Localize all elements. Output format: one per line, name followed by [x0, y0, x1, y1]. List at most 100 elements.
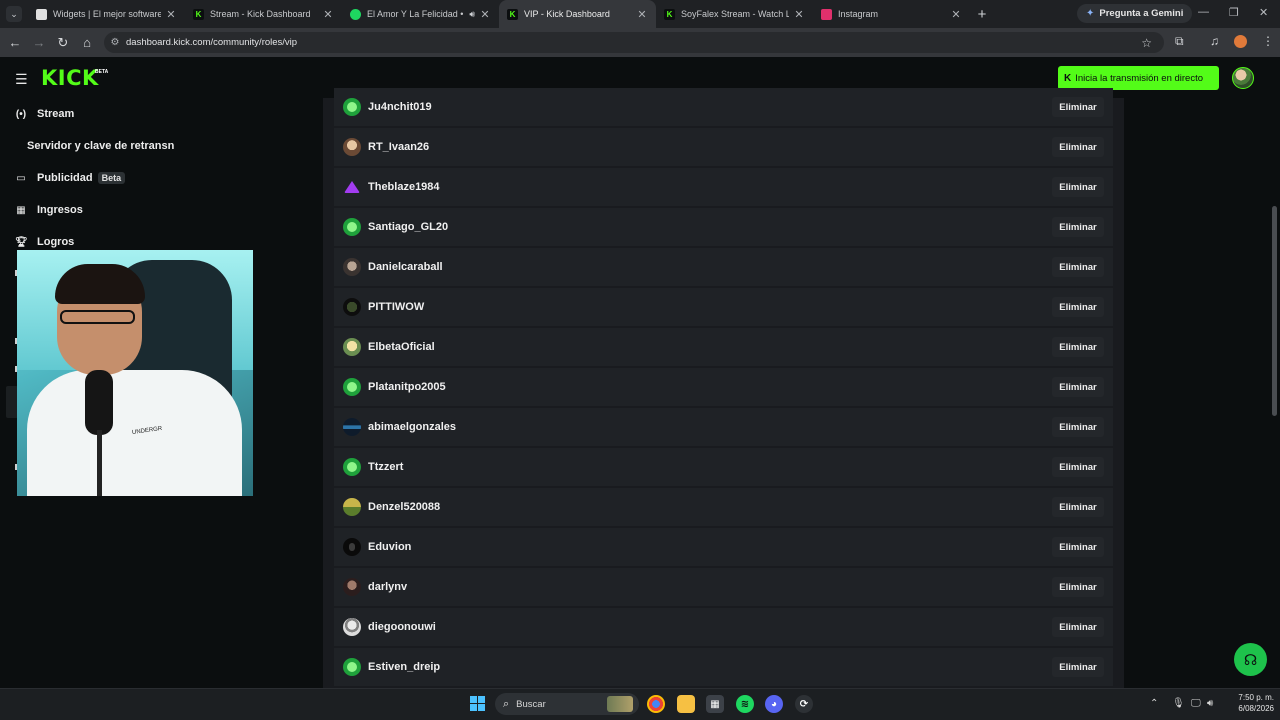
kick-logo[interactable]: KICK [41, 66, 99, 90]
username[interactable]: abimaelgonzales [368, 421, 1052, 433]
tab-close-icon[interactable]: ✕ [322, 8, 334, 21]
browser-tab[interactable]: Instagram ✕ [813, 0, 970, 28]
username[interactable]: ElbetaOficial [368, 341, 1052, 353]
tab-close-icon[interactable]: ✕ [165, 8, 177, 21]
username[interactable]: PITTIWOW [368, 301, 1052, 313]
home-icon[interactable]: ⌂ [75, 35, 99, 50]
user-avatar[interactable] [343, 298, 361, 316]
spotify-icon[interactable]: ≋ [736, 695, 754, 713]
user-avatar[interactable] [343, 378, 361, 396]
remove-vip-button[interactable]: Eliminar [1052, 497, 1104, 517]
tab-close-icon[interactable]: ✕ [636, 8, 648, 21]
volume-icon[interactable]: 🔊︎ [1207, 698, 1213, 709]
sidebar-item-publicidad[interactable]: ▭ Publicidad Beta [15, 172, 126, 184]
user-avatar[interactable] [343, 98, 361, 116]
user-avatar[interactable] [343, 538, 361, 556]
remove-vip-button[interactable]: Eliminar [1052, 337, 1104, 357]
user-avatar[interactable] [343, 258, 361, 276]
bookmark-star-icon[interactable]: ☆ [1141, 36, 1152, 50]
user-avatar[interactable] [343, 578, 361, 596]
username[interactable]: Santiago_GL20 [368, 221, 1052, 233]
network-icon[interactable]: 🖵︎ [1191, 698, 1201, 709]
maximize-icon[interactable]: ❐ [1229, 6, 1239, 19]
page-scrollbar[interactable] [1272, 206, 1277, 416]
discord-icon[interactable]: ◕ [765, 695, 783, 713]
user-avatar[interactable] [1232, 67, 1254, 89]
username[interactable]: Platanitpo2005 [368, 381, 1052, 393]
user-avatar[interactable] [343, 458, 361, 476]
help-chat-icon[interactable]: ☊ [1234, 643, 1267, 676]
tray-chevron-icon[interactable]: ⌃ [1150, 698, 1158, 709]
microphone-icon[interactable]: 🎙︎ [1172, 698, 1185, 709]
media-control-icon[interactable]: ♫ [1210, 34, 1219, 48]
remove-vip-button[interactable]: Eliminar [1052, 137, 1104, 157]
user-avatar[interactable] [343, 338, 361, 356]
username[interactable]: Danielcaraball [368, 261, 1052, 273]
close-window-icon[interactable]: ✕ [1259, 6, 1268, 19]
username[interactable]: Theblaze1984 [368, 181, 1052, 193]
file-explorer-icon[interactable] [677, 695, 695, 713]
username[interactable]: Eduvion [368, 541, 1052, 553]
remove-vip-button[interactable]: Eliminar [1052, 97, 1104, 117]
username[interactable]: darlynv [368, 581, 1052, 593]
taskbar-search[interactable]: ⌕ Buscar [495, 693, 639, 715]
chrome-icon[interactable] [647, 695, 665, 713]
user-avatar[interactable] [343, 658, 361, 676]
sidebar-item-logros[interactable]: 🏆︎ Logros [15, 236, 74, 248]
taskbar [0, 688, 1280, 720]
user-avatar[interactable] [343, 178, 361, 196]
remove-vip-button[interactable]: Eliminar [1052, 377, 1104, 397]
username[interactable]: diegoonouwi [368, 621, 1052, 633]
extensions-icon[interactable]: ⧉ [1175, 34, 1184, 49]
back-arrow-icon[interactable]: ← [3, 35, 27, 50]
remove-vip-button[interactable]: Eliminar [1052, 537, 1104, 557]
username[interactable]: Estiven_dreip [368, 661, 1052, 673]
browser-tab[interactable]: Widgets | El mejor software para ✕ [28, 0, 185, 28]
sidebar-item-server-key[interactable]: Servidor y clave de retransn [27, 140, 174, 152]
tab-close-icon[interactable]: ✕ [479, 8, 491, 21]
app-icon[interactable]: ⟳ [795, 695, 813, 713]
taskbar-clock[interactable]: 7:50 p. m. 6/08/2026 [1226, 692, 1274, 714]
sidebar-item-ingresos[interactable]: ▦ Ingresos [15, 204, 83, 216]
windows-start-icon[interactable] [470, 696, 485, 711]
tab-search-chevron-icon[interactable]: ⌄ [6, 6, 22, 22]
remove-vip-button[interactable]: Eliminar [1052, 457, 1104, 477]
minimize-icon[interactable]: — [1198, 6, 1209, 18]
remove-vip-button[interactable]: Eliminar [1052, 297, 1104, 317]
remove-vip-button[interactable]: Eliminar [1052, 417, 1104, 437]
new-tab-plus-icon[interactable]: + [970, 6, 994, 23]
user-avatar[interactable] [343, 218, 361, 236]
remove-vip-button[interactable]: Eliminar [1052, 617, 1104, 637]
remove-vip-button[interactable]: Eliminar [1052, 577, 1104, 597]
more-menu-icon[interactable]: ⋮ [1262, 34, 1274, 48]
forward-arrow-icon[interactable]: → [27, 35, 51, 50]
browser-tab[interactable]: K VIP - Kick Dashboard ✕ [499, 0, 656, 28]
tab-close-icon[interactable]: ✕ [793, 8, 805, 21]
profile-avatar-icon[interactable] [1234, 35, 1247, 48]
tab-audio-icon[interactable]: 🔊︎ [469, 9, 475, 20]
username[interactable]: RT_Ivaan26 [368, 141, 1052, 153]
remove-vip-button[interactable]: Eliminar [1052, 177, 1104, 197]
user-avatar[interactable] [343, 498, 361, 516]
username[interactable]: Ttzzert [368, 461, 1052, 473]
user-avatar[interactable] [343, 618, 361, 636]
remove-vip-button[interactable]: Eliminar [1052, 217, 1104, 237]
user-avatar[interactable] [343, 418, 361, 436]
hamburger-menu-icon[interactable]: ☰ [15, 71, 28, 88]
gemini-button[interactable]: ✦ Pregunta a Gemini [1077, 4, 1193, 23]
tab-close-icon[interactable]: ✕ [950, 8, 962, 21]
browser-tab[interactable]: K Stream - Kick Dashboard ✕ [185, 0, 342, 28]
sidebar-item-stream[interactable]: (•) Stream [15, 108, 74, 120]
username[interactable]: Denzel520088 [368, 501, 1052, 513]
site-info-icon[interactable]: ⚙ [104, 37, 126, 48]
username[interactable]: Ju4nchit019 [368, 101, 1052, 113]
browser-tab[interactable]: El Amor Y La Felicidad • Ch 🔊︎ ✕ [342, 0, 499, 28]
user-avatar[interactable] [343, 138, 361, 156]
browser-tab[interactable]: K SoyFalex Stream - Watch Live o ✕ [656, 0, 813, 28]
remove-vip-button[interactable]: Eliminar [1052, 657, 1104, 677]
address-bar[interactable]: ⚙ dashboard.kick.com/community/roles/vip… [104, 32, 1164, 53]
remove-vip-button[interactable]: Eliminar [1052, 257, 1104, 277]
reload-icon[interactable]: ↻ [51, 35, 75, 51]
go-live-button[interactable]: K Inicia la transmisión en directo [1058, 66, 1219, 90]
store-icon[interactable]: ▦ [706, 695, 724, 713]
